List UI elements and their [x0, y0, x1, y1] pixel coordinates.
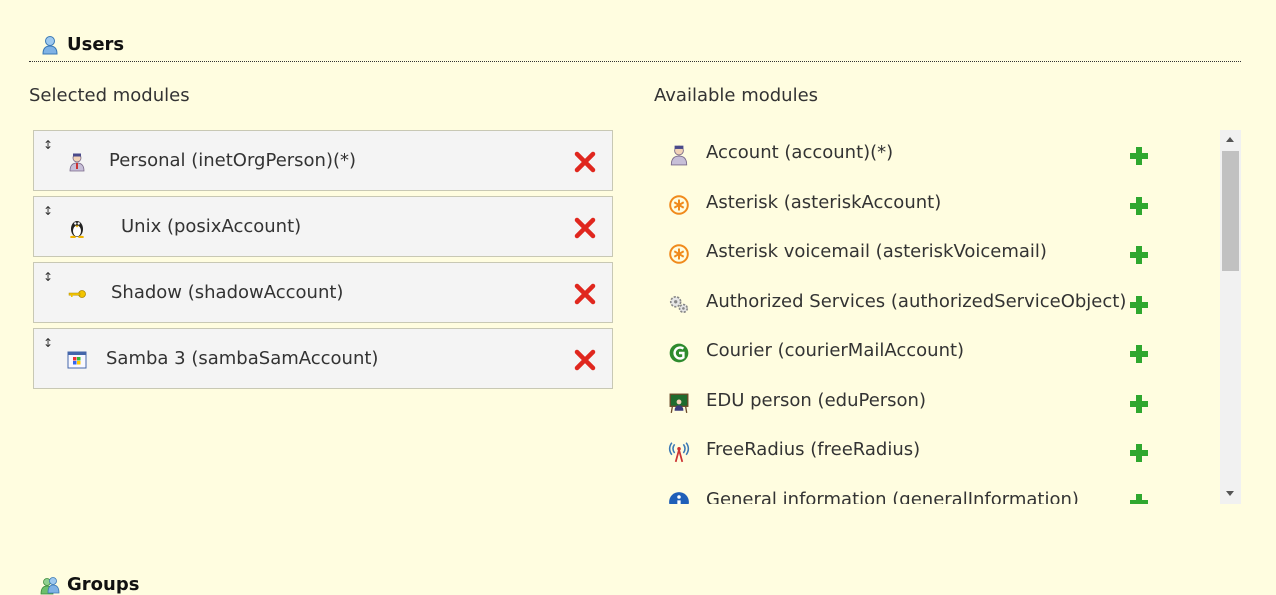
selected-modules-label: Selected modules [29, 85, 190, 106]
available-module-item[interactable]: Authorized Services (authorizedServiceOb… [654, 279, 1220, 329]
available-module-name: EDU person (eduPerson) [706, 389, 926, 411]
user-icon [42, 35, 58, 54]
available-module-name: Account (account)(*) [706, 142, 894, 163]
drag-handle-icon[interactable]: ↕ [43, 205, 53, 217]
users-title-text: Users [67, 34, 125, 55]
add-icon[interactable] [1128, 492, 1150, 505]
remove-icon[interactable] [573, 216, 597, 240]
add-icon[interactable] [1128, 195, 1150, 217]
available-module-name: Asterisk (asteriskAccount) [706, 191, 942, 213]
radio-antenna-icon [668, 442, 690, 463]
edu-person-icon [669, 393, 689, 413]
account-user-icon [670, 145, 688, 166]
services-gears-icon [669, 295, 689, 313]
selected-modules-list: ↕ Personal (inetOrgPerson)(*) ↕ Unix (po… [33, 130, 613, 394]
tux-penguin-icon [70, 221, 84, 238]
available-modules-list: Account (account)(*) Asterisk (asteriskA… [654, 130, 1220, 504]
available-module-name: General information (generalInformation) [706, 488, 1079, 505]
available-module-item[interactable]: Account (account)(*) [654, 130, 1220, 180]
key-icon [68, 290, 86, 298]
drag-handle-icon[interactable]: ↕ [43, 139, 53, 151]
drag-handle-icon[interactable]: ↕ [43, 337, 53, 349]
available-modules-scrollbar[interactable] [1220, 130, 1241, 504]
remove-icon[interactable] [573, 282, 597, 306]
selected-module-item[interactable]: ↕ Personal (inetOrgPerson)(*) [33, 130, 613, 191]
add-icon[interactable] [1128, 393, 1150, 415]
available-module-item[interactable]: General information (generalInformation) [654, 477, 1220, 505]
add-icon[interactable] [1128, 294, 1150, 316]
selected-module-item[interactable]: ↕ Shadow (shadowAccount) [33, 262, 613, 323]
available-module-name: Courier (courierMailAccount) [706, 340, 965, 361]
selected-module-name: Shadow (shadowAccount) [111, 282, 344, 303]
add-icon[interactable] [1128, 145, 1150, 167]
courier-icon [669, 343, 689, 363]
users-section-title: Users [40, 34, 124, 55]
remove-icon[interactable] [573, 150, 597, 174]
asterisk-icon [669, 194, 689, 215]
section-divider [29, 61, 1241, 62]
available-module-item[interactable]: EDU person (eduPerson) [654, 378, 1220, 428]
selected-module-name: Unix (posixAccount) [121, 216, 302, 237]
personal-icon [69, 153, 85, 172]
add-icon[interactable] [1128, 244, 1150, 266]
selected-module-item[interactable]: ↕ Unix (posixAccount) [33, 196, 613, 257]
selected-module-item[interactable]: ↕ Samba 3 (sambaSamAccount) [33, 328, 613, 389]
remove-icon[interactable] [573, 348, 597, 372]
available-module-item[interactable]: Asterisk (asteriskAccount) [654, 180, 1220, 230]
info-icon [669, 491, 689, 504]
available-module-item[interactable]: Asterisk voicemail (asteriskVoicemail) [654, 229, 1220, 279]
selected-module-name: Personal (inetOrgPerson)(*) [109, 150, 357, 171]
asterisk-icon [669, 244, 689, 264]
scroll-up-arrow-icon[interactable] [1226, 137, 1234, 142]
available-modules-panel[interactable]: Account (account)(*) Asterisk (asteriskA… [654, 130, 1241, 504]
drag-handle-icon[interactable]: ↕ [43, 271, 53, 283]
samba-windows-icon [67, 351, 87, 369]
available-module-item[interactable]: Courier (courierMailAccount) [654, 328, 1220, 378]
available-module-name: FreeRadius (freeRadius) [706, 439, 921, 460]
available-modules-label: Available modules [654, 85, 819, 106]
scrollbar-thumb[interactable] [1222, 151, 1239, 271]
available-module-name: Asterisk voicemail (asteriskVoicemail) [706, 241, 1047, 262]
add-icon[interactable] [1128, 442, 1150, 464]
available-module-item[interactable]: FreeRadius (freeRadius) [654, 427, 1220, 477]
add-icon[interactable] [1128, 343, 1150, 365]
selected-module-name: Samba 3 (sambaSamAccount) [106, 348, 379, 369]
available-module-name: Authorized Services (authorizedServiceOb… [706, 290, 1127, 312]
scroll-down-arrow-icon[interactable] [1226, 491, 1234, 496]
